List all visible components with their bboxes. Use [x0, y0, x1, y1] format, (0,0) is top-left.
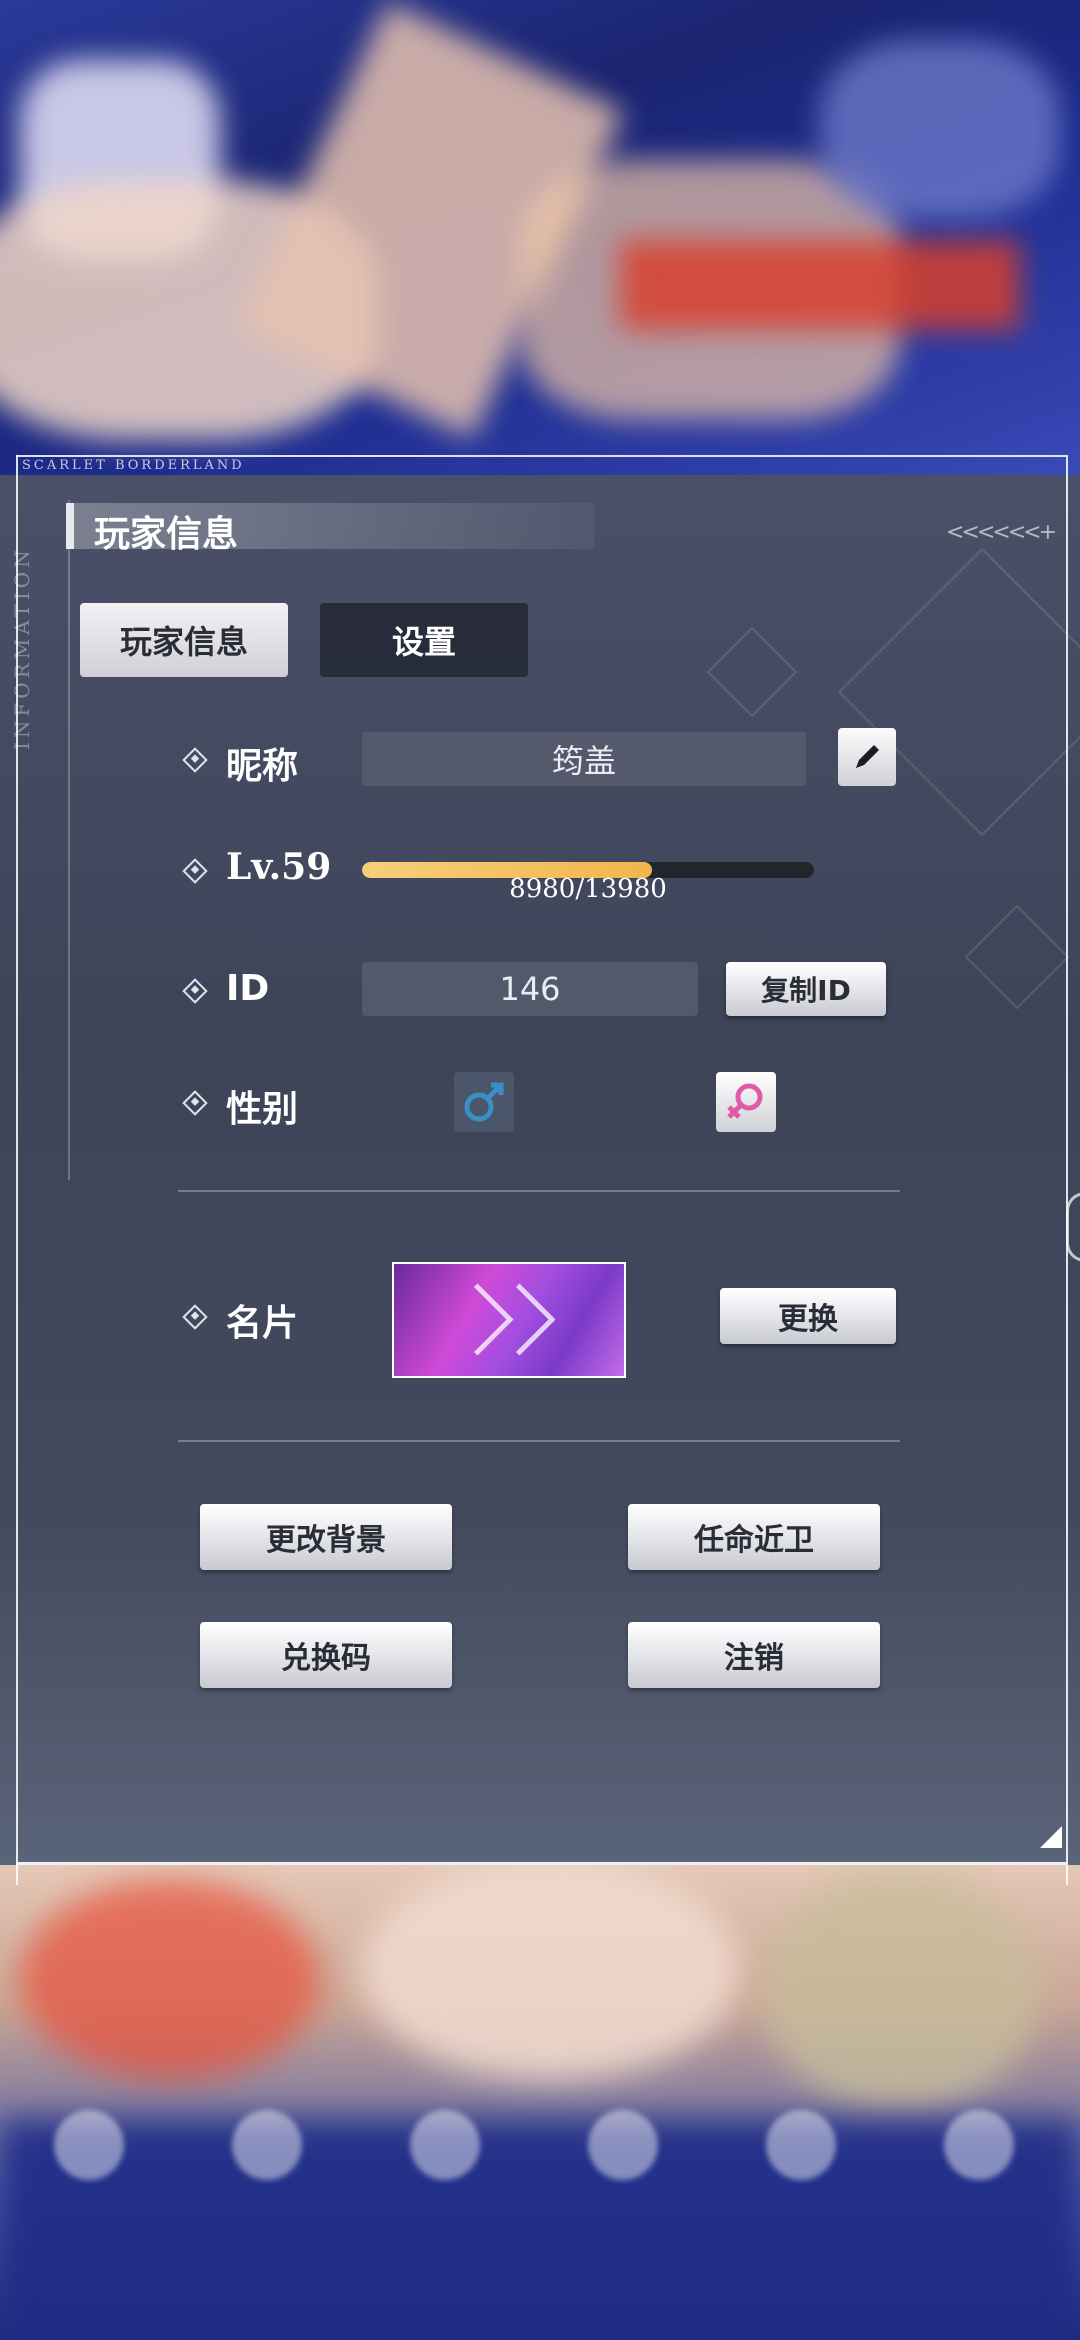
- page-title: 玩家信息: [94, 514, 239, 555]
- card-label: 名片: [226, 1303, 299, 1344]
- background-art-top: [0, 0, 1080, 480]
- appoint-guard-button[interactable]: 任命近卫: [628, 1504, 880, 1570]
- tab-player-info[interactable]: 玩家信息: [80, 603, 288, 677]
- corner-marker-icon: [1040, 1826, 1062, 1848]
- chevron-decoration: <<<<<<+: [946, 520, 1057, 545]
- side-handle[interactable]: [1066, 1192, 1080, 1262]
- arrow-decoration: [483, 1283, 556, 1356]
- nav-item-3: [390, 2110, 500, 2180]
- female-icon: [727, 1083, 763, 1119]
- name-card-image: [392, 1262, 626, 1378]
- nav-icon: [588, 2110, 658, 2180]
- gender-label: 性别: [226, 1089, 299, 1130]
- nav-item-5: [746, 2110, 856, 2180]
- change-background-button[interactable]: 更改背景: [200, 1504, 452, 1570]
- panel-frame-bottom: [16, 1862, 1066, 1865]
- gender-male-button[interactable]: [454, 1072, 514, 1132]
- level-label: Lv.59: [226, 846, 332, 888]
- background-art-bottom: [0, 1860, 1080, 2340]
- copy-id-button[interactable]: 复制ID: [726, 962, 886, 1016]
- pencil-icon: [856, 745, 879, 768]
- section-divider: [178, 1190, 900, 1192]
- gender-female-button[interactable]: [716, 1072, 776, 1132]
- section-divider: [178, 1440, 900, 1442]
- decorative-line: [68, 500, 70, 1180]
- nickname-label: 昵称: [226, 746, 299, 787]
- xp-progress-text: 8980/13980: [509, 874, 667, 904]
- male-icon: [464, 1082, 504, 1122]
- change-card-button[interactable]: 更换: [720, 1288, 896, 1344]
- nav-icon: [54, 2110, 124, 2180]
- id-field: 146: [362, 962, 698, 1016]
- redeem-code-button[interactable]: 兑换码: [200, 1622, 452, 1688]
- nav-icon: [766, 2110, 836, 2180]
- id-label: ID: [226, 968, 270, 1009]
- tab-settings[interactable]: 设置: [320, 603, 528, 677]
- side-vertical-label: INFORMATION: [10, 546, 34, 750]
- nav-item-1: [34, 2110, 144, 2180]
- nav-icon: [410, 2110, 480, 2180]
- brand-label: SCARLET BORDERLAND: [22, 458, 245, 473]
- nav-item-2: [212, 2110, 322, 2180]
- nav-item-4: [568, 2110, 678, 2180]
- edit-nickname-button[interactable]: [838, 728, 896, 786]
- nav-icon: [232, 2110, 302, 2180]
- nickname-field: 筠盖: [362, 732, 806, 786]
- logout-button[interactable]: 注销: [628, 1622, 880, 1688]
- panel-frame-top: [16, 455, 1066, 457]
- nav-icon: [944, 2110, 1014, 2180]
- nav-item-6: [924, 2110, 1034, 2180]
